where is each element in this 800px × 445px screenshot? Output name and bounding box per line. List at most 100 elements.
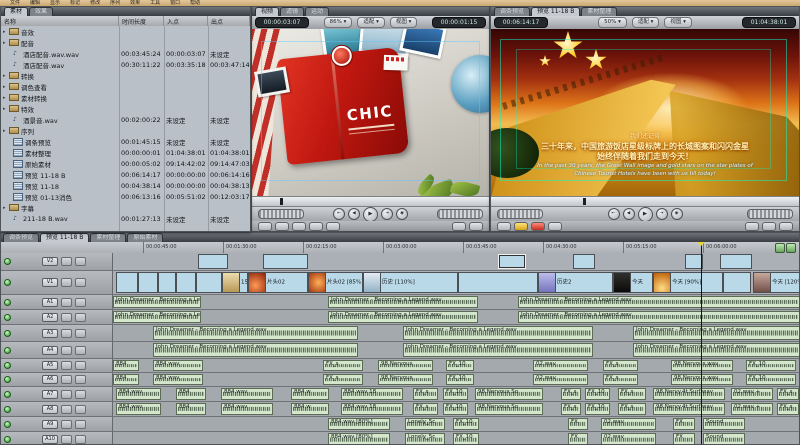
video-clip[interactable] bbox=[720, 254, 752, 269]
audio-clip[interactable]: 884.wav bbox=[221, 388, 273, 400]
audio-clip[interactable]: John Dreamer - Becoming a Legend.wav bbox=[153, 326, 358, 340]
audio-clip[interactable]: John Dreamer - Becoming a Legend.wav bbox=[153, 343, 358, 357]
audio-clip[interactable]: 98.Nervy.4t.Surf.wav bbox=[653, 403, 725, 415]
insert-edit-button[interactable] bbox=[745, 222, 759, 231]
add-marker-button[interactable] bbox=[514, 222, 528, 231]
snapping-toggle[interactable] bbox=[775, 243, 785, 253]
timeline-playhead[interactable] bbox=[701, 242, 702, 444]
transport-button[interactable]: ◀ bbox=[348, 208, 360, 220]
video-clip[interactable] bbox=[458, 272, 538, 293]
audio-clip[interactable]: 884.w bbox=[291, 388, 329, 400]
audio-clip[interactable]: FX_s bbox=[618, 403, 646, 415]
browser-row[interactable]: ♪酒景音.wav00:02:00:22未设定未设定 bbox=[1, 114, 250, 125]
mark-clip-button[interactable] bbox=[275, 222, 289, 231]
track-id-button[interactable]: a2 bbox=[42, 313, 58, 322]
add-keyframe-button[interactable] bbox=[292, 222, 306, 231]
transport-button[interactable]: ⇥ bbox=[381, 208, 393, 220]
recent-clips-button[interactable] bbox=[469, 222, 483, 231]
track-height-button[interactable] bbox=[75, 257, 86, 266]
video-clip[interactable] bbox=[116, 272, 138, 293]
browser-row[interactable]: 素材整理00:00:00:0101:04:38:0101:04:38:01 bbox=[1, 147, 250, 158]
track-enable-dot[interactable] bbox=[4, 362, 11, 369]
track-height-button[interactable] bbox=[75, 405, 86, 414]
canvas-playhead[interactable] bbox=[583, 198, 586, 205]
audio-clip[interactable]: 98.Nervous So bbox=[475, 388, 543, 400]
mark-clip-button[interactable] bbox=[548, 222, 562, 231]
audio-clip[interactable]: John Dreamer - Becoming a Legend.wav bbox=[403, 343, 593, 357]
mark-in-button[interactable] bbox=[326, 222, 340, 231]
track-enable-dot[interactable] bbox=[4, 436, 11, 443]
browser-tab[interactable]: 素材 bbox=[4, 7, 28, 16]
menu-item[interactable]: 标记 bbox=[70, 0, 80, 6]
audio-clip[interactable]: FX_10 bbox=[746, 374, 796, 385]
track-lock-button[interactable] bbox=[61, 313, 72, 322]
track-id-button[interactable]: v2 bbox=[42, 257, 58, 266]
browser-row[interactable]: ▸音效 bbox=[1, 26, 250, 37]
audio-clip[interactable]: 884.wav [80%] bbox=[328, 433, 390, 444]
audio-clip[interactable]: FX bbox=[568, 433, 588, 444]
track-id-button[interactable]: a1 bbox=[42, 298, 58, 307]
audio-clip[interactable]: 98.Nervous.wav bbox=[671, 360, 733, 371]
track-lock-button[interactable] bbox=[61, 346, 72, 355]
play-button[interactable]: ▶ bbox=[638, 207, 653, 222]
sequence-tab[interactable]: 预览 11-18 B bbox=[40, 233, 89, 242]
browser-row[interactable]: ▸素材转换 bbox=[1, 92, 250, 103]
viewer-menu-button[interactable]: 视图 ▾ bbox=[390, 17, 418, 28]
video-clip[interactable] bbox=[498, 254, 526, 269]
audio-clip[interactable]: John Dreamer - Becoming a Legend.wav bbox=[518, 296, 799, 308]
video-clip[interactable] bbox=[138, 272, 158, 293]
audio-clip[interactable]: John Dreamer - Becoming a Legend.wav bbox=[328, 311, 478, 323]
browser-row[interactable]: 预览 11-1800:04:38:1400:00:00:0000:04:38:1… bbox=[1, 180, 250, 191]
track-lock-button[interactable] bbox=[61, 420, 72, 429]
browser-row[interactable]: 预览 11-18 B00:06:14:1700:00:00:0000:06:14… bbox=[1, 169, 250, 180]
audio-clip[interactable]: FX_s bbox=[777, 403, 799, 415]
track-height-button[interactable] bbox=[75, 346, 86, 355]
video-clip[interactable]: 片头02 bbox=[248, 272, 308, 293]
viewer-tab[interactable]: 运动 bbox=[305, 7, 329, 16]
audio-clip[interactable]: FX_s bbox=[603, 374, 638, 385]
menu-item[interactable]: 编辑 bbox=[30, 0, 40, 6]
mark-out-button[interactable] bbox=[452, 222, 466, 231]
transport-button[interactable]: ⇤ bbox=[333, 208, 345, 220]
browser-row[interactable]: ♪211-18 B.wav00:01:27:13未设定未设定 bbox=[1, 213, 250, 224]
viewer-titlebar[interactable]: 视频滤镜运动 bbox=[252, 7, 489, 16]
track-height-button[interactable] bbox=[75, 329, 86, 338]
track-enable-dot[interactable] bbox=[4, 391, 11, 398]
audio-clip[interactable]: John Dreamer - Becoming a Legend.wav bbox=[328, 296, 478, 308]
canvas-titlebar[interactable]: 调条预览预览 11-18 B素材整理 bbox=[491, 7, 799, 16]
audio-clip[interactable]: FX_s bbox=[561, 403, 581, 415]
video-clip[interactable] bbox=[196, 272, 222, 293]
viewer-menu-button[interactable]: 适配 ▾ bbox=[357, 17, 385, 28]
viewer-tab[interactable]: 滤镜 bbox=[280, 7, 304, 16]
audio-clip[interactable]: FX_s bbox=[777, 388, 799, 400]
track-enable-dot[interactable] bbox=[4, 347, 11, 354]
video-clip[interactable]: 今天 [120%] bbox=[753, 272, 799, 293]
audio-clip[interactable]: John Dreamer - Becoming a Legend.wav bbox=[518, 311, 799, 323]
video-clip[interactable]: 今天 [90%] bbox=[653, 272, 723, 293]
canvas-tab[interactable]: 素材整理 bbox=[581, 7, 617, 16]
audio-clip[interactable]: FX_10 bbox=[585, 388, 610, 400]
video-clip[interactable]: 15. bbox=[222, 272, 248, 293]
track-id-button[interactable]: a4 bbox=[42, 346, 58, 355]
viewer-menu-button[interactable]: 86% ▾ bbox=[324, 17, 353, 28]
audio-clip[interactable]: 884 bbox=[176, 388, 206, 400]
track-height-button[interactable] bbox=[75, 361, 86, 370]
audio-clip[interactable]: 98.Nervous.wav bbox=[671, 374, 733, 385]
audio-clip[interactable]: John Dreamer - Becoming a Legend.wav bbox=[113, 311, 201, 323]
audio-clip[interactable]: FX bbox=[673, 433, 695, 444]
audio-clip[interactable]: FX_s bbox=[603, 360, 638, 371]
track-id-button[interactable]: a3 bbox=[42, 329, 58, 338]
canvas-menu-button[interactable]: 视图 ▾ bbox=[664, 17, 692, 28]
audio-clip[interactable]: John Dreamer - Becoming a Legend.wav bbox=[403, 326, 593, 340]
audio-clip[interactable]: 98.Nervous bbox=[378, 360, 433, 371]
audio-clip[interactable]: 02.wav + bbox=[731, 388, 773, 400]
audio-clip[interactable]: FX_10 bbox=[443, 388, 468, 400]
browser-titlebar[interactable]: 素材效果 bbox=[1, 7, 250, 16]
browser-row[interactable]: ▸字幕 bbox=[1, 202, 250, 213]
overwrite-edit-button[interactable] bbox=[762, 222, 776, 231]
audio-clip[interactable]: 884.wav bbox=[153, 374, 203, 385]
audio-clip[interactable]: 02.wav bbox=[601, 433, 656, 444]
track-id-button[interactable]: a8 bbox=[42, 405, 58, 414]
menu-item[interactable]: 工具 bbox=[150, 0, 160, 6]
browser-row[interactable]: ♪酒店配音.wav.wav00:03:45:2400:00:03:07未设定 bbox=[1, 48, 250, 59]
